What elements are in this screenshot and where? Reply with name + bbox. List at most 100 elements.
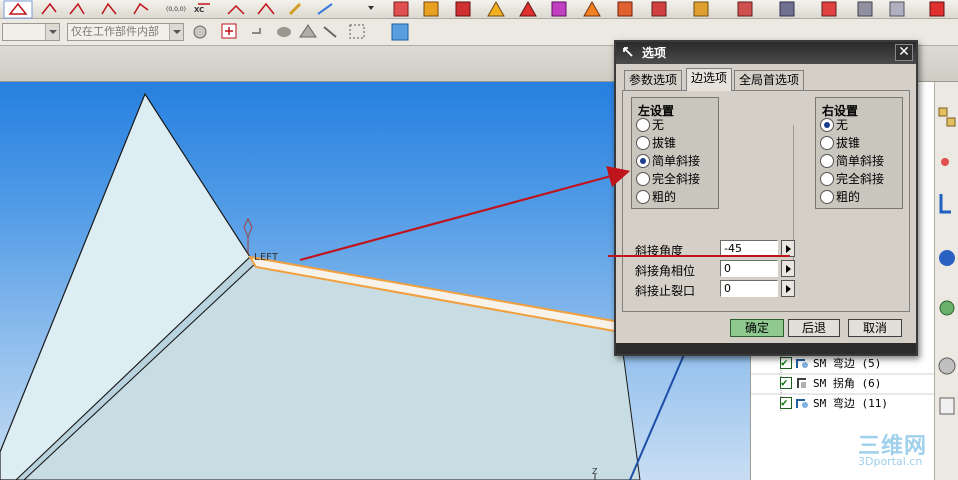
left-radio-simple-miter[interactable]: 简单斜接 [636, 152, 700, 170]
undo-icon[interactable] [252, 28, 261, 34]
resource-bar [934, 82, 958, 480]
orient-label: (0,0,0) [166, 6, 186, 13]
radio-icon [820, 118, 834, 132]
tab-label: 边选项 [691, 71, 728, 85]
solid-body-icon[interactable] [277, 27, 291, 37]
dialog-icon [623, 47, 633, 57]
dialog-footer [616, 343, 916, 354]
tab-label: 参数选项 [629, 73, 678, 87]
tree-item-label: SM 拐角 (6) [813, 377, 882, 390]
tree-item-label: SM 弯边 (5) [813, 357, 882, 370]
close-button[interactable]: ✕ [895, 44, 913, 61]
radio-label: 拔锥 [836, 136, 861, 150]
miter-phase-label: 斜接角相位 [635, 264, 696, 278]
left-settings-group: 左设置 无 拔锥 简单斜接 完全斜接 粗的 [631, 97, 719, 209]
radio-label: 完全斜接 [652, 172, 701, 186]
radio-icon [820, 172, 834, 186]
radio-label: 粗的 [836, 190, 861, 204]
left-radio-thick[interactable]: 粗的 [636, 188, 676, 206]
rectangle-select-icon[interactable] [349, 24, 365, 39]
visibility-checkbox[interactable] [780, 393, 792, 413]
view-cube-icon[interactable] [391, 23, 409, 41]
visibility-checkbox[interactable] [780, 373, 792, 393]
radio-icon [636, 154, 650, 168]
face-icon[interactable] [299, 24, 317, 38]
xc-label: XC [194, 6, 204, 14]
visibility-checkbox[interactable] [780, 353, 792, 373]
tab-parameter-options[interactable]: 参数选项 [624, 70, 683, 90]
flange-feature-icon [796, 399, 808, 408]
left-radio-draft[interactable]: 拔锥 [636, 134, 676, 152]
system-materials-icon[interactable] [938, 357, 956, 375]
left-radio-full-miter[interactable]: 完全斜接 [636, 170, 700, 188]
right-radio-simple-miter[interactable]: 简单斜接 [820, 152, 884, 170]
corner-feature-icon [797, 378, 806, 388]
tab-label: 全局首选项 [739, 73, 800, 87]
tree-row[interactable]: SM 弯边 (5) [780, 353, 882, 374]
web-browser-icon[interactable] [939, 250, 955, 266]
cancel-button-label: 取消 [862, 321, 887, 335]
ok-button[interactable]: 确定 [730, 319, 784, 337]
flange-feature-icon [796, 359, 808, 368]
ok-button-label: 确定 [744, 321, 769, 335]
history-icon[interactable] [939, 300, 955, 316]
radio-label: 无 [652, 118, 665, 132]
scope-filter-dropdown[interactable]: 仅在工作部件内部 [67, 23, 184, 41]
tree-row[interactable]: SM 弯边 (11) [780, 393, 888, 414]
cancel-button[interactable]: 取消 [848, 319, 902, 337]
left-radio-none[interactable]: 无 [636, 116, 664, 134]
radio-label: 无 [836, 118, 849, 132]
sketch-tools-icons[interactable] [3, 0, 374, 19]
point-constructor-icon[interactable] [221, 23, 237, 39]
dialog-title-bar[interactable]: 选项 ✕ [616, 42, 916, 64]
radio-icon [820, 136, 834, 150]
radio-label: 简单斜接 [652, 154, 701, 168]
assembly-navigator-icon[interactable] [938, 107, 956, 127]
part-navigator-icon[interactable] [939, 194, 951, 214]
scope-filter-value: 仅在工作部件内部 [71, 25, 159, 38]
snap-point-icon[interactable] [193, 25, 207, 39]
back-button[interactable]: 后退 [788, 319, 840, 337]
constraint-navigator-icon[interactable] [941, 158, 949, 166]
tree-row[interactable]: SM 拐角 (6) [780, 373, 882, 394]
radio-icon [820, 190, 834, 204]
chevron-down-icon [169, 24, 183, 40]
back-button-label: 后退 [801, 321, 826, 335]
tab-edge-options[interactable]: 边选项 [686, 68, 733, 91]
feature-tools-icons[interactable] [393, 0, 945, 17]
right-radio-draft[interactable]: 拔锥 [820, 134, 860, 152]
radio-label: 完全斜接 [836, 172, 885, 186]
main-toolbar: (0,0,0) XC [0, 0, 958, 19]
miter-relief-input[interactable] [720, 280, 778, 297]
miter-phase-menu-button[interactable] [781, 260, 795, 277]
radio-label: 拔锥 [652, 136, 677, 150]
radio-label: 粗的 [652, 190, 677, 204]
miter-relief-menu-button[interactable] [781, 280, 795, 297]
radio-icon [636, 190, 650, 204]
view-label: LEFT [254, 252, 278, 263]
tree-item-label: SM 弯边 (11) [813, 397, 888, 410]
chevron-down-icon [45, 24, 59, 40]
right-radio-thick[interactable]: 粗的 [820, 188, 860, 206]
miter-angle-menu-button[interactable] [781, 240, 795, 257]
right-settings-group: 右设置 无 拔锥 简单斜接 完全斜接 粗的 [815, 97, 903, 209]
miter-angle-label: 斜接角度 [635, 244, 684, 258]
radio-icon [636, 172, 650, 186]
edge-options-pane: 左设置 无 拔锥 简单斜接 完全斜接 粗的 右设置 无 拔锥 简单斜接 完全斜接… [622, 90, 910, 312]
roles-icon[interactable] [939, 397, 955, 415]
miter-phase-input[interactable] [720, 260, 778, 277]
watermark-url: 3Dportal.cn [858, 455, 923, 468]
close-icon: ✕ [898, 44, 910, 60]
radio-icon [820, 154, 834, 168]
right-radio-none[interactable]: 无 [820, 116, 848, 134]
dialog-title: 选项 [642, 46, 667, 60]
options-dialog: 选项 ✕ 参数选项 边选项 全局首选项 左设置 无 拔锥 简单斜接 完全斜接 粗… [614, 40, 918, 356]
miter-relief-label: 斜接止裂口 [635, 284, 696, 298]
type-filter-dropdown[interactable] [2, 23, 60, 41]
tab-global-preferences[interactable]: 全局首选项 [734, 70, 805, 90]
miter-angle-input[interactable] [720, 240, 778, 257]
edge-icon[interactable] [323, 26, 337, 38]
radio-icon [636, 136, 650, 150]
right-radio-full-miter[interactable]: 完全斜接 [820, 170, 884, 188]
radio-icon [636, 118, 650, 132]
